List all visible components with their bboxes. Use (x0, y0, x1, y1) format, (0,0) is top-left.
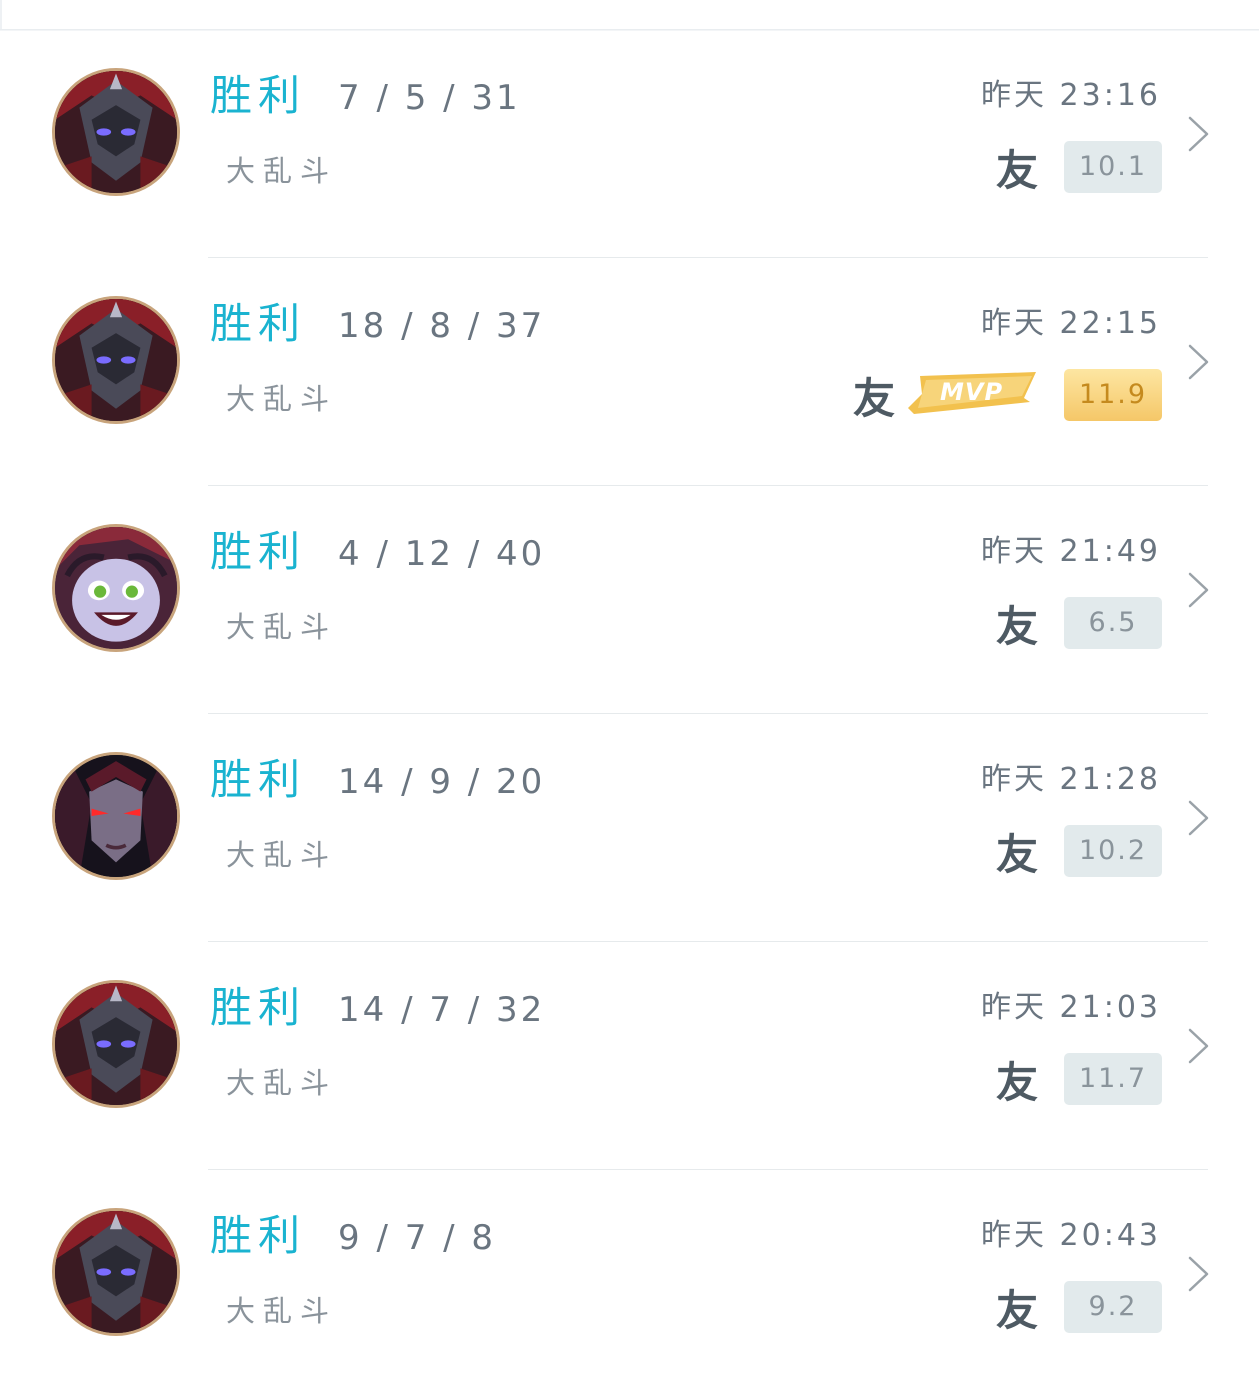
match-result: 胜利 (210, 755, 307, 804)
chevron-right-icon (1186, 570, 1212, 610)
friend-tag: 友 (995, 146, 1038, 195)
match-clock: 21:03 (1059, 990, 1161, 1025)
match-day: 昨天 (980, 534, 1047, 569)
match-result: 胜利 (210, 299, 307, 348)
match-result: 胜利 (210, 71, 307, 120)
dark-knight-champion-icon (52, 1208, 180, 1336)
game-mode: 大乱斗 (226, 1294, 338, 1328)
friend-tag: 友 (995, 1286, 1038, 1335)
match-clock: 23:16 (1059, 78, 1161, 113)
score-badge: 6.5 (1064, 597, 1162, 649)
friend-tag: 友 (995, 1058, 1038, 1107)
match-time: 昨天 23:16 (981, 76, 1161, 116)
score-badge: 10.1 (1064, 141, 1162, 193)
kda-stats: 18 / 8 / 37 (338, 306, 546, 346)
match-time: 昨天 21:49 (981, 532, 1161, 572)
match-clock: 20:43 (1059, 1218, 1161, 1253)
match-clock: 21:28 (1059, 762, 1161, 797)
chevron-right-icon (1186, 1026, 1212, 1066)
top-bar (0, 0, 1259, 30)
match-row[interactable]: 胜利 4 / 12 / 40 大乱斗 昨天 21:49 友 6.5 (0, 486, 1259, 714)
dark-knight-champion-icon (52, 296, 180, 424)
match-clock: 22:15 (1059, 306, 1161, 341)
match-clock: 21:49 (1059, 534, 1161, 569)
kda-stats: 7 / 5 / 31 (338, 78, 521, 118)
match-row[interactable]: 胜利 9 / 7 / 8 大乱斗 昨天 20:43 友 9.2 (0, 1170, 1259, 1398)
mvp-badge: MVP (906, 368, 1038, 420)
game-mode: 大乱斗 (226, 1066, 338, 1100)
kda-stats: 14 / 7 / 32 (338, 990, 546, 1030)
match-result: 胜利 (210, 1211, 307, 1260)
match-day: 昨天 (980, 306, 1047, 341)
score-badge: 11.7 (1064, 1053, 1162, 1105)
match-row[interactable]: 胜利 14 / 7 / 32 大乱斗 昨天 21:03 友 11.7 (0, 942, 1259, 1170)
kda-stats: 9 / 7 / 8 (338, 1218, 497, 1258)
match-row[interactable]: 胜利 18 / 8 / 37 大乱斗 昨天 22:15 友 MVP 11.9 (0, 258, 1259, 486)
mvp-label: MVP (940, 378, 1004, 406)
score-badge: 11.9 (1064, 369, 1162, 421)
dark-knight-champion-icon (52, 68, 180, 196)
game-mode: 大乱斗 (226, 154, 338, 188)
match-result: 胜利 (210, 527, 307, 576)
chevron-right-icon (1186, 1254, 1212, 1294)
match-day: 昨天 (980, 990, 1047, 1025)
match-row[interactable]: 胜利 7 / 5 / 31 大乱斗 昨天 23:16 友 10.1 (0, 30, 1259, 258)
dark-sorceress-champion-icon (52, 752, 180, 880)
match-day: 昨天 (980, 762, 1047, 797)
match-time: 昨天 20:43 (981, 1216, 1161, 1256)
match-time: 昨天 22:15 (981, 304, 1161, 344)
friend-tag: 友 (852, 374, 895, 423)
dark-knight-champion-icon (52, 980, 180, 1108)
chevron-right-icon (1186, 342, 1212, 382)
score-badge: 9.2 (1064, 1281, 1162, 1333)
game-mode: 大乱斗 (226, 382, 338, 416)
kda-stats: 4 / 12 / 40 (338, 534, 546, 574)
chevron-right-icon (1186, 114, 1212, 154)
match-day: 昨天 (980, 1218, 1047, 1253)
match-result: 胜利 (210, 983, 307, 1032)
score-badge: 10.2 (1064, 825, 1162, 877)
match-history-list: 胜利 7 / 5 / 31 大乱斗 昨天 23:16 友 10.1 胜利 18 … (0, 30, 1259, 1398)
kda-stats: 14 / 9 / 20 (338, 762, 546, 802)
game-mode: 大乱斗 (226, 610, 338, 644)
witch-girl-champion-icon (52, 524, 180, 652)
match-day: 昨天 (980, 78, 1047, 113)
friend-tag: 友 (995, 602, 1038, 651)
match-row[interactable]: 胜利 14 / 9 / 20 大乱斗 昨天 21:28 友 10.2 (0, 714, 1259, 942)
game-mode: 大乱斗 (226, 838, 338, 872)
friend-tag: 友 (995, 830, 1038, 879)
match-time: 昨天 21:28 (981, 760, 1161, 800)
chevron-right-icon (1186, 798, 1212, 838)
match-time: 昨天 21:03 (981, 988, 1161, 1028)
